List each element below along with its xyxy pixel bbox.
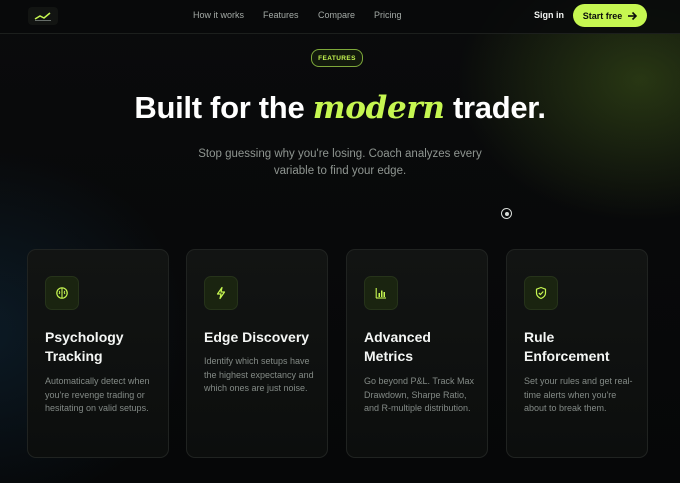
nav-link-compare[interactable]: Compare (318, 10, 355, 20)
logo-chart-icon (34, 12, 51, 21)
cursor-target-icon (501, 208, 512, 219)
feature-card-title: Advanced Metrics (364, 329, 431, 364)
sign-in-link[interactable]: Sign in (534, 10, 564, 20)
section-badge: FEATURES (311, 49, 363, 67)
nav-link-features[interactable]: Features (263, 10, 299, 20)
feature-card-rule-enforcement: Rule Enforcement Set your rules and get … (506, 249, 648, 458)
headline-pre: Built for the (134, 90, 313, 125)
bar-chart-icon (364, 276, 398, 310)
feature-card-description: Identify which setups have the highest e… (204, 356, 314, 393)
top-nav: How it works Features Compare Pricing Si… (0, 0, 680, 34)
feature-card-title: Rule Enforcement (524, 329, 610, 364)
feature-card-description: Go beyond P&L. Track Max Drawdown, Sharp… (364, 376, 475, 413)
feature-card-title: Edge Discovery (204, 329, 310, 345)
nav-link-how-it-works[interactable]: How it works (193, 10, 244, 20)
hero-subtitle: Stop guessing why you're losing. Coach a… (198, 148, 482, 177)
start-free-label: Start free (582, 10, 623, 21)
shield-check-icon (524, 276, 558, 310)
headline-post: trader. (444, 90, 546, 125)
feature-card-psychology: Psychology Tracking Automatically detect… (27, 249, 169, 458)
logo[interactable] (28, 7, 58, 25)
feature-card-description: Set your rules and get real-time alerts … (524, 376, 633, 413)
feature-card-advanced-metrics: Advanced Metrics Go beyond P&L. Track Ma… (346, 249, 488, 458)
brain-icon (45, 276, 79, 310)
feature-card-edge-discovery: Edge Discovery Identify which setups hav… (186, 249, 328, 458)
feature-card-title: Psychology Tracking (45, 329, 124, 364)
start-free-button[interactable]: Start free (573, 4, 647, 27)
page-title: Built for the modern trader. (0, 90, 680, 126)
feature-card-description: Automatically detect when you're revenge… (45, 376, 150, 413)
headline-accent: modern (312, 90, 445, 126)
arrow-right-icon (628, 11, 638, 20)
nav-link-pricing[interactable]: Pricing (374, 10, 402, 20)
lightning-icon (204, 276, 238, 310)
